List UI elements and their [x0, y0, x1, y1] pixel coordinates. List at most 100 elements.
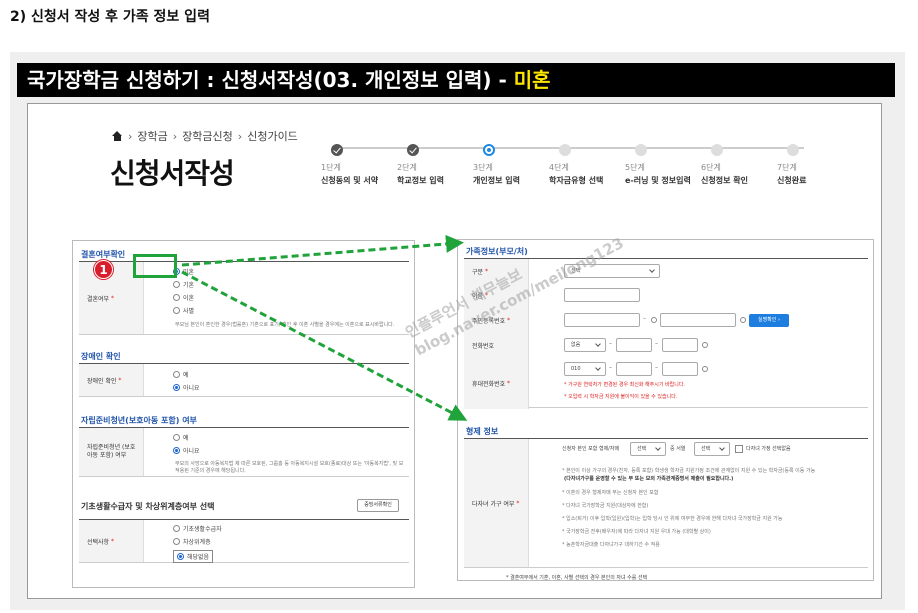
relation-select[interactable]: 선택 [564, 264, 660, 278]
verify-label: 실명확인 [758, 317, 777, 323]
sibling-order-select[interactable]: 선택 [694, 442, 730, 456]
info-bullet: * 입소(퇴거) 이후 입학(입원)(입학)는 입학 당시 인 위에 여부한 경… [562, 516, 783, 522]
protected-form: 자립준비청년 (보호아동 포함) 여부 예 아니요 부모의 사망으로 아동복지법… [79, 427, 409, 477]
rrn-label-text: 주민등록번호 [472, 317, 506, 325]
phone-label-text: 전화번호 [472, 342, 495, 350]
dash: – [609, 340, 612, 347]
chevron-down-icon [595, 341, 601, 347]
radio-widowed[interactable]: 사별 [173, 306, 194, 315]
step-number: 6단계 [701, 163, 721, 172]
breadcrumb-item[interactable]: 신청가이드 [247, 128, 298, 144]
radio-protected-no[interactable]: 아니요 [173, 446, 200, 455]
extra-section-title: 형제 정보 [466, 427, 499, 436]
breadcrumb-item[interactable]: 장학금 [137, 128, 167, 144]
info-bullet: * 국가장학금 전후(배우자)에 따라 다자녀 지원 우대 가능 (대학별 상이… [562, 529, 711, 535]
dash: – [643, 315, 646, 322]
mobile-mid-input[interactable] [616, 362, 652, 376]
mobile-prefix-select[interactable]: 010 [564, 362, 606, 376]
phone-last-input[interactable] [662, 338, 698, 352]
info-icon [651, 317, 657, 323]
sibling-order-text: 중 서열 [670, 446, 686, 452]
home-icon[interactable] [112, 131, 123, 141]
protected-label: 자립준비청년 (보호아동 포함) 여부 [79, 428, 144, 476]
mobile-last-input[interactable] [662, 362, 698, 376]
breadcrumb: › 장학금 › 장학금신청 › 신청가이드 [112, 128, 298, 144]
select-value: 선택 [637, 446, 647, 452]
marital-form: 결혼여부 * 미혼 기혼 이혼 사별 부모님 본인이 혼인한 경우(법률혼) 기… [79, 261, 409, 335]
step-name: 학자금유형 선택 [549, 176, 604, 185]
step-number: 2단계 [397, 163, 417, 172]
info-bullet: * 농촌학자금대출 다자녀가구 대하기간 수 적용 [562, 542, 660, 548]
family-info-panel: 가족정보(부모/처) 구분 * 선택 이름 * 주민등록번호 * – 실명확인 … [457, 239, 874, 581]
no-multichild-checkbox[interactable] [735, 445, 743, 453]
radio-married[interactable]: 기혼 [173, 280, 194, 289]
info-icon [702, 366, 708, 372]
step-number: 1단계 [321, 163, 341, 172]
extra-form: 다자녀 가구 여부 * 신청자 본인 포함 형제/자매 선택 중 서열 선택 다… [464, 438, 868, 568]
protected-label-text: 자립준비청년 (보호아동 포함) 여부 [87, 444, 136, 459]
step-number: 4단계 [549, 163, 569, 172]
name-label-text: 이름 [472, 292, 484, 300]
chevron-right-icon: › [128, 129, 133, 143]
personal-info-panel: 결혼여부확인 결혼여부 * 미혼 기혼 이혼 사별 부모님 본인이 혼인한 경우… [72, 240, 415, 588]
radio-not-applicable[interactable]: 해당없음 [173, 550, 214, 563]
rrn-front-input[interactable] [564, 313, 640, 327]
disability-label: 장애인 확인 * [79, 364, 144, 396]
step-7: 7단계 신청완료 [777, 144, 853, 186]
radio-divorced[interactable]: 이혼 [173, 293, 194, 302]
basic-living-label-text: 선택사항 [87, 538, 110, 546]
radio-protected-yes[interactable]: 예 [173, 433, 189, 442]
step-2: 2단계학교정보 입력 [397, 144, 473, 186]
name-input[interactable] [564, 288, 640, 302]
step-name: e-러닝 및 정보입력 [625, 176, 691, 185]
verify-name-button[interactable]: 실명확인 › [749, 314, 789, 327]
step-name: 학교정보 입력 [397, 176, 444, 185]
step-name: 개인정보 입력 [473, 176, 520, 185]
radio-disability-yes[interactable]: 예 [173, 370, 189, 379]
rrn-back-input[interactable] [660, 313, 736, 327]
info-bullet: * 본인이 이상 가구의 경우(친자, 등록 포함) 학생생 학자금 지원가정 … [562, 468, 816, 474]
pending-step-icon [559, 144, 571, 156]
evidence-check-button[interactable]: 증빙서류확인 [357, 499, 399, 512]
name-label: 이름 * [464, 283, 529, 307]
step-number: 5단계 [625, 163, 645, 172]
dash: – [655, 340, 658, 347]
page-title: 신청서작성 [110, 157, 235, 190]
disability-section-title: 장애인 확인 [81, 352, 121, 361]
marital-label-text: 결혼여부 [87, 295, 110, 303]
multichild-label: 다자녀 가구 여부 * [464, 439, 529, 567]
step-3: 3단계 개인정보 입력 [473, 144, 549, 186]
banner-highlight: 미혼 [513, 68, 551, 92]
breadcrumb-item[interactable]: 장학금신청 [182, 128, 233, 144]
relation-label-text: 구분 [472, 268, 484, 276]
step-number-badge: 1 [94, 260, 113, 279]
disability-label-text: 장애인 확인 [87, 377, 117, 385]
pending-step-icon [787, 144, 799, 156]
radio-label: 차상위계층 [183, 539, 211, 546]
marital-note: 부모님 본인이 혼인한 경우(법률혼) 기혼으로 표기, 혼인 후 이혼 사별을… [175, 322, 395, 328]
basic-living-label: 선택사항 * [79, 520, 144, 562]
family-form: 구분 * 선택 이름 * 주민등록번호 * – 실명확인 › 전화번호 없음 –… [464, 258, 868, 409]
select-value: 없음 [571, 342, 581, 348]
info-icon [702, 342, 708, 348]
step-name: 신청정보 확인 [701, 176, 748, 185]
chevron-down-icon [649, 267, 655, 273]
radio-near-poverty[interactable]: 차상위계층 [173, 537, 211, 546]
radio-disability-no[interactable]: 아니요 [173, 383, 200, 392]
radio-label: 기초생활수급자 [183, 526, 222, 533]
mobile-label: 휴대전화번호 * [464, 357, 529, 409]
sibling-count-text: 신청자 본인 포함 형제/자매 [562, 446, 620, 452]
step-5: 5단계 e-러닝 및 정보입력 [625, 144, 701, 186]
info-icon [740, 317, 746, 323]
sibling-count-select[interactable]: 선택 [630, 442, 666, 456]
relation-label: 구분 * [464, 259, 529, 283]
phone-prefix-select[interactable]: 없음 [564, 338, 606, 352]
radio-basic-living[interactable]: 기초생활수급자 [173, 524, 222, 533]
mobile-warning-1: * 가구원 연락처가 변경된 경우 최신화 해주시기 바랍니다. [564, 382, 686, 388]
dash: – [609, 364, 612, 371]
select-value: 선택 [701, 446, 711, 452]
phone-mid-input[interactable] [616, 338, 652, 352]
step-number: 7단계 [777, 163, 797, 172]
family-section-title: 가족정보(부모/처) [466, 247, 528, 256]
radio-label: 예 [183, 372, 189, 379]
